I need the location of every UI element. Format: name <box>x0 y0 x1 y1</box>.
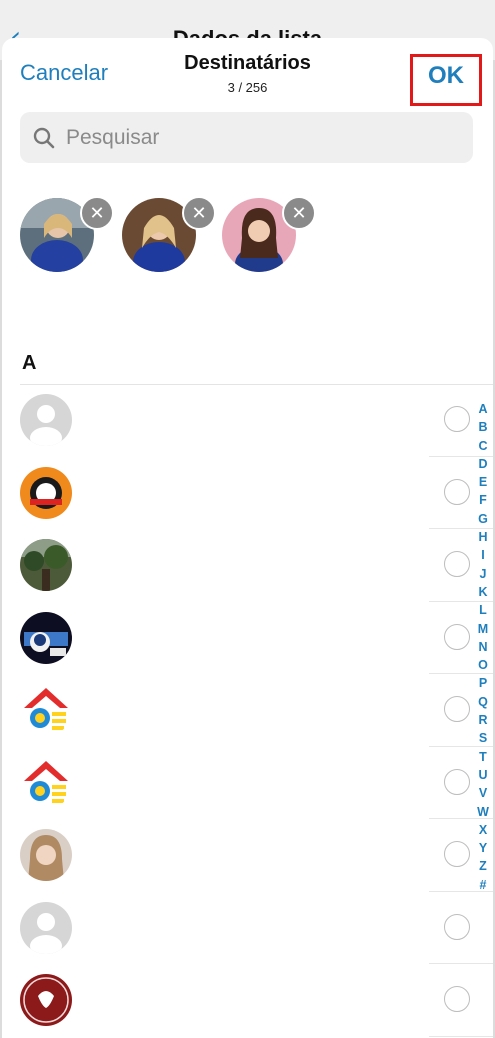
avatar <box>20 611 72 664</box>
recipients-sheet: Cancelar Destinatários 3 / 256 OK ✕ <box>2 38 493 1038</box>
list-item[interactable] <box>2 892 493 964</box>
list-item[interactable] <box>2 384 493 457</box>
select-radio[interactable] <box>444 551 470 577</box>
divider <box>429 1035 493 1037</box>
avatar <box>20 394 72 446</box>
index-letter[interactable]: H <box>478 528 487 546</box>
avatar <box>20 974 72 1026</box>
close-icon: ✕ <box>191 202 207 224</box>
selected-recipients: ✕ ✕ ✕ <box>20 196 320 278</box>
selected-recipient[interactable]: ✕ <box>20 196 114 272</box>
remove-recipient-button[interactable]: ✕ <box>182 196 216 230</box>
select-radio[interactable] <box>444 986 470 1012</box>
select-radio[interactable] <box>444 696 470 722</box>
avatar <box>20 466 72 519</box>
avatar <box>20 901 72 954</box>
search-bar[interactable] <box>20 112 473 163</box>
list-item[interactable] <box>2 457 493 529</box>
index-letter[interactable]: Z <box>479 857 487 875</box>
alphabet-index[interactable]: A B C D E F G H I J K L M N O P Q R S T U V W X Y Z # <box>474 400 492 894</box>
index-letter[interactable]: B <box>478 418 487 436</box>
index-letter[interactable]: X <box>479 821 487 839</box>
list-item[interactable] <box>2 964 493 1037</box>
list-item[interactable] <box>2 674 493 747</box>
remove-recipient-button[interactable]: ✕ <box>80 196 114 230</box>
selected-recipient[interactable]: ✕ <box>122 196 216 272</box>
index-letter[interactable]: # <box>480 876 487 894</box>
list-item[interactable] <box>2 819 493 892</box>
search-icon <box>33 127 55 148</box>
index-letter[interactable]: Y <box>479 839 487 857</box>
list-item[interactable] <box>2 529 493 602</box>
ok-button[interactable]: OK <box>410 54 482 106</box>
index-letter[interactable]: T <box>479 748 487 766</box>
index-letter[interactable]: S <box>479 729 487 747</box>
index-letter[interactable]: A <box>478 400 487 418</box>
avatar <box>20 756 72 809</box>
list-item[interactable] <box>2 747 493 819</box>
avatar <box>20 539 72 591</box>
index-letter[interactable]: K <box>478 583 487 601</box>
search-input[interactable] <box>64 124 448 151</box>
select-radio[interactable] <box>444 768 470 795</box>
close-icon: ✕ <box>89 202 105 224</box>
index-letter[interactable]: R <box>478 711 487 729</box>
remove-recipient-button[interactable]: ✕ <box>282 196 316 230</box>
index-letter[interactable]: C <box>478 437 487 455</box>
section-header: A <box>22 352 37 374</box>
index-letter[interactable]: Q <box>478 693 488 711</box>
index-letter[interactable]: P <box>479 674 487 692</box>
index-letter[interactable]: O <box>478 656 488 674</box>
index-letter[interactable]: I <box>481 546 484 564</box>
index-letter[interactable]: V <box>479 784 487 802</box>
avatar <box>20 684 72 736</box>
select-radio[interactable] <box>444 406 470 432</box>
select-radio[interactable] <box>444 623 470 650</box>
contact-list <box>2 384 493 1037</box>
index-letter[interactable]: L <box>479 601 487 619</box>
index-letter[interactable]: G <box>478 510 488 528</box>
index-letter[interactable]: D <box>478 455 487 473</box>
index-letter[interactable]: E <box>479 473 487 491</box>
index-letter[interactable]: M <box>478 620 488 638</box>
list-item[interactable] <box>2 602 493 674</box>
select-radio[interactable] <box>444 478 470 505</box>
index-letter[interactable]: N <box>478 638 487 656</box>
avatar <box>20 829 72 881</box>
index-letter[interactable]: U <box>478 766 487 784</box>
select-radio[interactable] <box>444 841 470 867</box>
selected-recipient[interactable]: ✕ <box>222 196 316 272</box>
index-letter[interactable]: J <box>480 565 487 583</box>
index-letter[interactable]: W <box>477 803 489 821</box>
select-radio[interactable] <box>444 913 470 940</box>
index-letter[interactable]: F <box>479 491 487 509</box>
close-icon: ✕ <box>291 202 307 224</box>
